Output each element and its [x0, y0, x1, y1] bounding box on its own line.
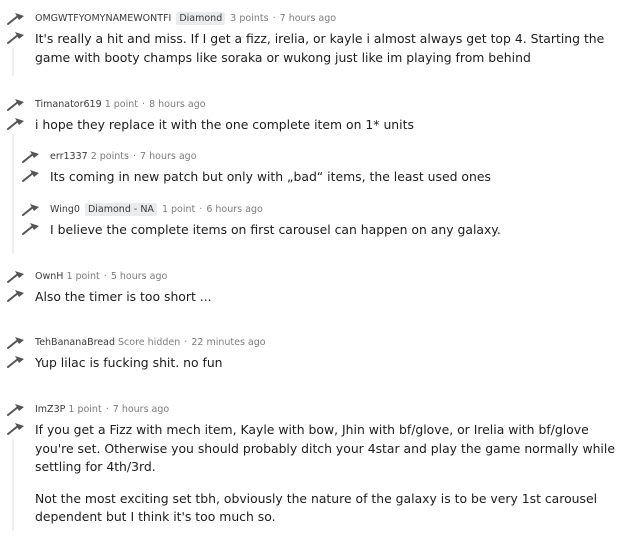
user-flair: Diamond - NA [84, 203, 157, 216]
downvote-arrow-icon[interactable] [6, 117, 26, 131]
comment-body: i hope they replace it with the one comp… [35, 116, 620, 135]
comment-meta: OwnH 1 point · 5 hours ago [35, 271, 168, 282]
downvote-arrow-icon[interactable] [6, 31, 26, 45]
comment-paragraph: Not the most exciting set tbh, obviously… [35, 490, 598, 525]
comment-paragraph: Yup lilac is fucking shit. no fun [35, 355, 223, 370]
thread-line[interactable] [12, 48, 14, 76]
comment-author[interactable]: ImZ3P [35, 404, 65, 415]
comment-author[interactable]: OMGWTFYOMYNAMEWONTFI [35, 13, 171, 24]
comment-body: Also the timer is too short ... [35, 288, 620, 307]
thread-line[interactable] [12, 134, 14, 254]
comment-score: 1 point [66, 271, 100, 282]
upvote-arrow-icon[interactable] [6, 12, 26, 26]
comment-time[interactable]: 6 hours ago [206, 204, 262, 215]
downvote-arrow-icon[interactable] [6, 289, 26, 303]
downvote-arrow-icon[interactable] [21, 169, 41, 183]
comment-time[interactable]: 22 minutes ago [191, 337, 265, 348]
comment-paragraph: If you get a Fizz with mech item, Kayle … [35, 422, 615, 474]
comment-author[interactable]: Timanator619 [35, 99, 102, 110]
comment-author[interactable]: err1337 [50, 151, 88, 162]
upvote-arrow-icon[interactable] [6, 403, 26, 417]
downvote-arrow-icon[interactable] [6, 422, 26, 436]
comment-time[interactable]: 7 hours ago [280, 13, 336, 24]
downvote-arrow-icon[interactable] [21, 222, 41, 236]
thread-line[interactable] [12, 439, 14, 531]
comment-author[interactable]: Wing0 [50, 204, 80, 215]
comment-meta: err1337 2 points · 7 hours ago [50, 151, 197, 162]
comment-paragraph: Its coming in new patch but only with „b… [50, 169, 491, 184]
comment-time[interactable]: 5 hours ago [111, 271, 167, 282]
comment-score: 3 points [230, 13, 269, 24]
user-flair: Diamond [176, 12, 226, 25]
comment-score: 1 point [68, 404, 102, 415]
comment-body: Its coming in new patch but only with „b… [50, 168, 620, 187]
upvote-arrow-icon[interactable] [21, 203, 41, 217]
comment-paragraph: Also the timer is too short ... [35, 289, 212, 304]
comment-time[interactable]: 7 hours ago [113, 404, 169, 415]
comment-paragraph: i hope they replace it with the one comp… [35, 117, 414, 132]
comment-body: If you get a Fizz with mech item, Kayle … [35, 421, 620, 527]
comment-body: Yup lilac is fucking shit. no fun [35, 354, 620, 373]
comment-meta: Wing0 Diamond - NA 1 point · 6 hours ago [50, 203, 263, 216]
comment-time[interactable]: 8 hours ago [149, 99, 205, 110]
comment-score: 1 point [161, 204, 196, 215]
comment-score: 2 points [90, 151, 129, 162]
downvote-arrow-icon[interactable] [6, 355, 26, 369]
upvote-arrow-icon[interactable] [21, 150, 41, 164]
comment-meta: Timanator619 1 point · 8 hours ago [35, 99, 206, 110]
comment-body: I believe the complete items on first ca… [50, 221, 620, 240]
upvote-arrow-icon[interactable] [6, 270, 26, 284]
comment-meta: TehBananaBread Score hidden · 22 minutes… [35, 337, 266, 348]
comment-time[interactable]: 7 hours ago [140, 151, 196, 162]
comment-meta: ImZ3P 1 point · 7 hours ago [35, 404, 170, 415]
comment-score: 1 point [104, 99, 138, 110]
comment-score: Score hidden [118, 337, 181, 348]
comment-meta: OMGWTFYOMYNAMEWONTFI Diamond 3 points · … [35, 12, 337, 25]
comment-author[interactable]: TehBananaBread [35, 337, 115, 348]
upvote-arrow-icon[interactable] [6, 98, 26, 112]
comment-author[interactable]: OwnH [35, 271, 63, 282]
upvote-arrow-icon[interactable] [6, 336, 26, 350]
comment-paragraph: I believe the complete items on first ca… [50, 222, 501, 237]
comment-body: It's really a hit and miss. If I get a f… [35, 30, 620, 67]
comment-paragraph: It's really a hit and miss. If I get a f… [35, 31, 605, 65]
